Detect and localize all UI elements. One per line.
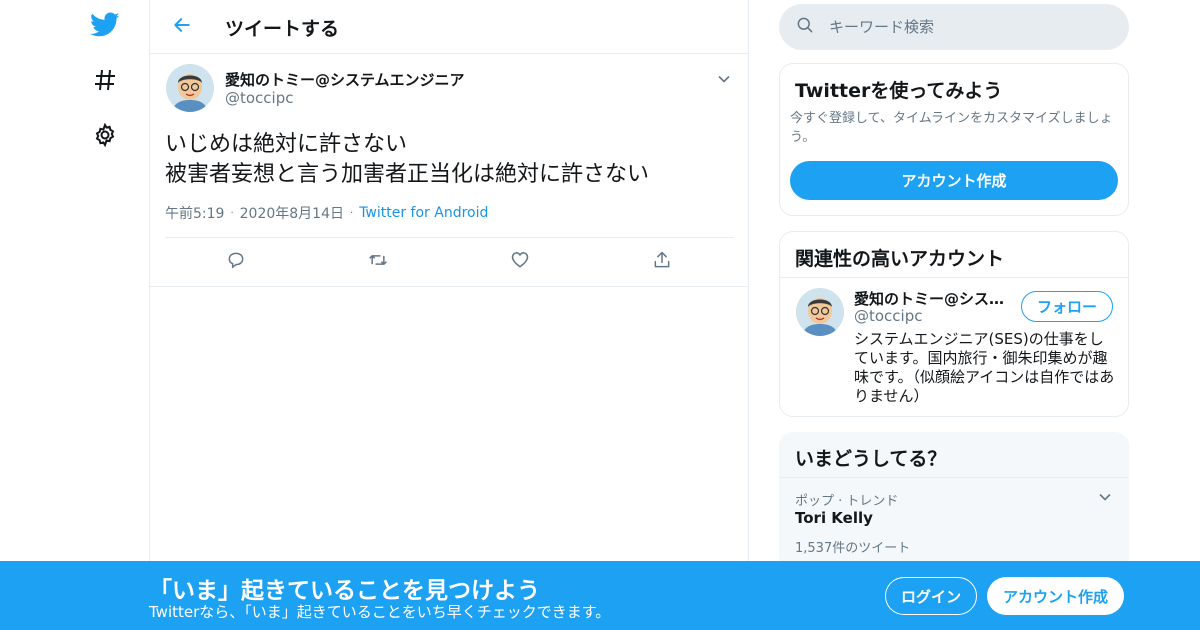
tweet-actions — [165, 250, 734, 274]
left-navigation — [0, 0, 150, 630]
back-arrow-icon — [172, 15, 192, 39]
author-handle[interactable]: @toccipc — [225, 89, 294, 107]
related-account-avatar[interactable] — [796, 288, 844, 336]
share-icon — [652, 250, 672, 274]
related-panel-title: 関連性の高いアカウント — [795, 248, 1005, 270]
page-title: ツイートする — [225, 18, 340, 40]
tweet-source-link[interactable]: Twitter for Android — [359, 205, 488, 221]
author-name[interactable]: 愛知のトミー@システムエンジニア — [225, 69, 465, 90]
retweet-button[interactable] — [366, 250, 390, 274]
retweet-icon — [367, 250, 389, 274]
tweet-menu-button[interactable] — [714, 70, 734, 90]
login-button[interactable]: ログイン — [885, 577, 977, 615]
back-button[interactable] — [166, 11, 198, 43]
like-button[interactable] — [508, 250, 532, 274]
banner-subtitle: Twitterなら、「いま」起きていることをいち早くチェックできます。 — [149, 603, 611, 621]
chevron-down-icon — [1098, 489, 1112, 508]
related-account-name[interactable]: 愛知のトミー@システムエンジニア — [854, 288, 1012, 309]
twitter-home-button[interactable] — [84, 6, 126, 48]
explore-button[interactable] — [84, 61, 126, 103]
share-button[interactable] — [650, 250, 674, 274]
trend-tweet-count: 1,537件のツイート — [795, 541, 911, 556]
search-bar[interactable] — [779, 4, 1129, 50]
signup-panel-description: 今すぐ登録して、タイムラインをカスタマイズしましょう。 — [790, 111, 1113, 145]
tweet-text: いじめは絶対に許さない 被害者妄想と言う加害者正当化は絶対に許さない — [165, 132, 650, 187]
hashtag-icon — [93, 68, 117, 96]
author-avatar[interactable] — [166, 64, 214, 112]
like-icon — [510, 250, 530, 274]
main-column: ツイートする 愛知のトミー@システムエンジニア @toccipc いじめは絶対に… — [149, 0, 749, 630]
trend-name[interactable]: Tori Kelly — [795, 509, 873, 527]
banner-title: 「いま」起きていることを見つけよう — [149, 578, 540, 604]
page-header: ツイートする — [150, 0, 748, 54]
reply-button[interactable] — [224, 250, 248, 274]
chevron-down-icon — [717, 71, 731, 90]
divider — [165, 237, 734, 238]
create-account-button[interactable]: アカウント作成 — [790, 161, 1118, 200]
signup-panel-title: Twitterを使ってみよう — [795, 80, 1003, 102]
trend-menu-button[interactable] — [1095, 488, 1115, 508]
trend-category: ポップ · トレンド — [795, 494, 899, 509]
related-account-handle[interactable]: @toccipc — [854, 307, 923, 325]
tweet-meta: 午前5:19 · 2020年8月14日 · Twitter for Androi… — [165, 203, 488, 223]
tweet-time[interactable]: 午前5:19 — [165, 203, 224, 223]
gear-icon — [93, 122, 117, 151]
follow-button[interactable]: フォロー — [1021, 291, 1113, 322]
settings-button[interactable] — [84, 116, 126, 158]
trends-panel-title: いまどうしてる？ — [795, 448, 947, 470]
twitter-bird-icon — [90, 12, 120, 42]
tweet-detail: 愛知のトミー@システムエンジニア @toccipc いじめは絶対に許さない 被害… — [150, 54, 748, 287]
related-accounts-panel: 関連性の高いアカウント 愛知のトミー@システムエンジニア @toccipc フォ… — [779, 231, 1129, 417]
signup-panel: Twitterを使ってみよう 今すぐ登録して、タイムラインをカスタマイズしましょ… — [779, 63, 1129, 216]
related-account-bio: システムエンジニア(SES)の仕事をしています。国内旅行・御朱印集めが趣味です。… — [854, 330, 1115, 405]
divider — [779, 477, 1129, 478]
reply-icon — [226, 250, 246, 274]
meta-separator: · — [350, 207, 354, 219]
divider — [780, 277, 1128, 278]
banner-create-account-button[interactable]: アカウント作成 — [987, 577, 1124, 615]
tweet-date[interactable]: 2020年8月14日 — [240, 203, 344, 223]
search-input[interactable] — [829, 18, 1109, 36]
meta-separator: · — [230, 207, 234, 219]
search-icon — [795, 15, 815, 39]
signup-banner: 「いま」起きていることを見つけよう Twitterなら、「いま」起きていることを… — [0, 561, 1200, 630]
